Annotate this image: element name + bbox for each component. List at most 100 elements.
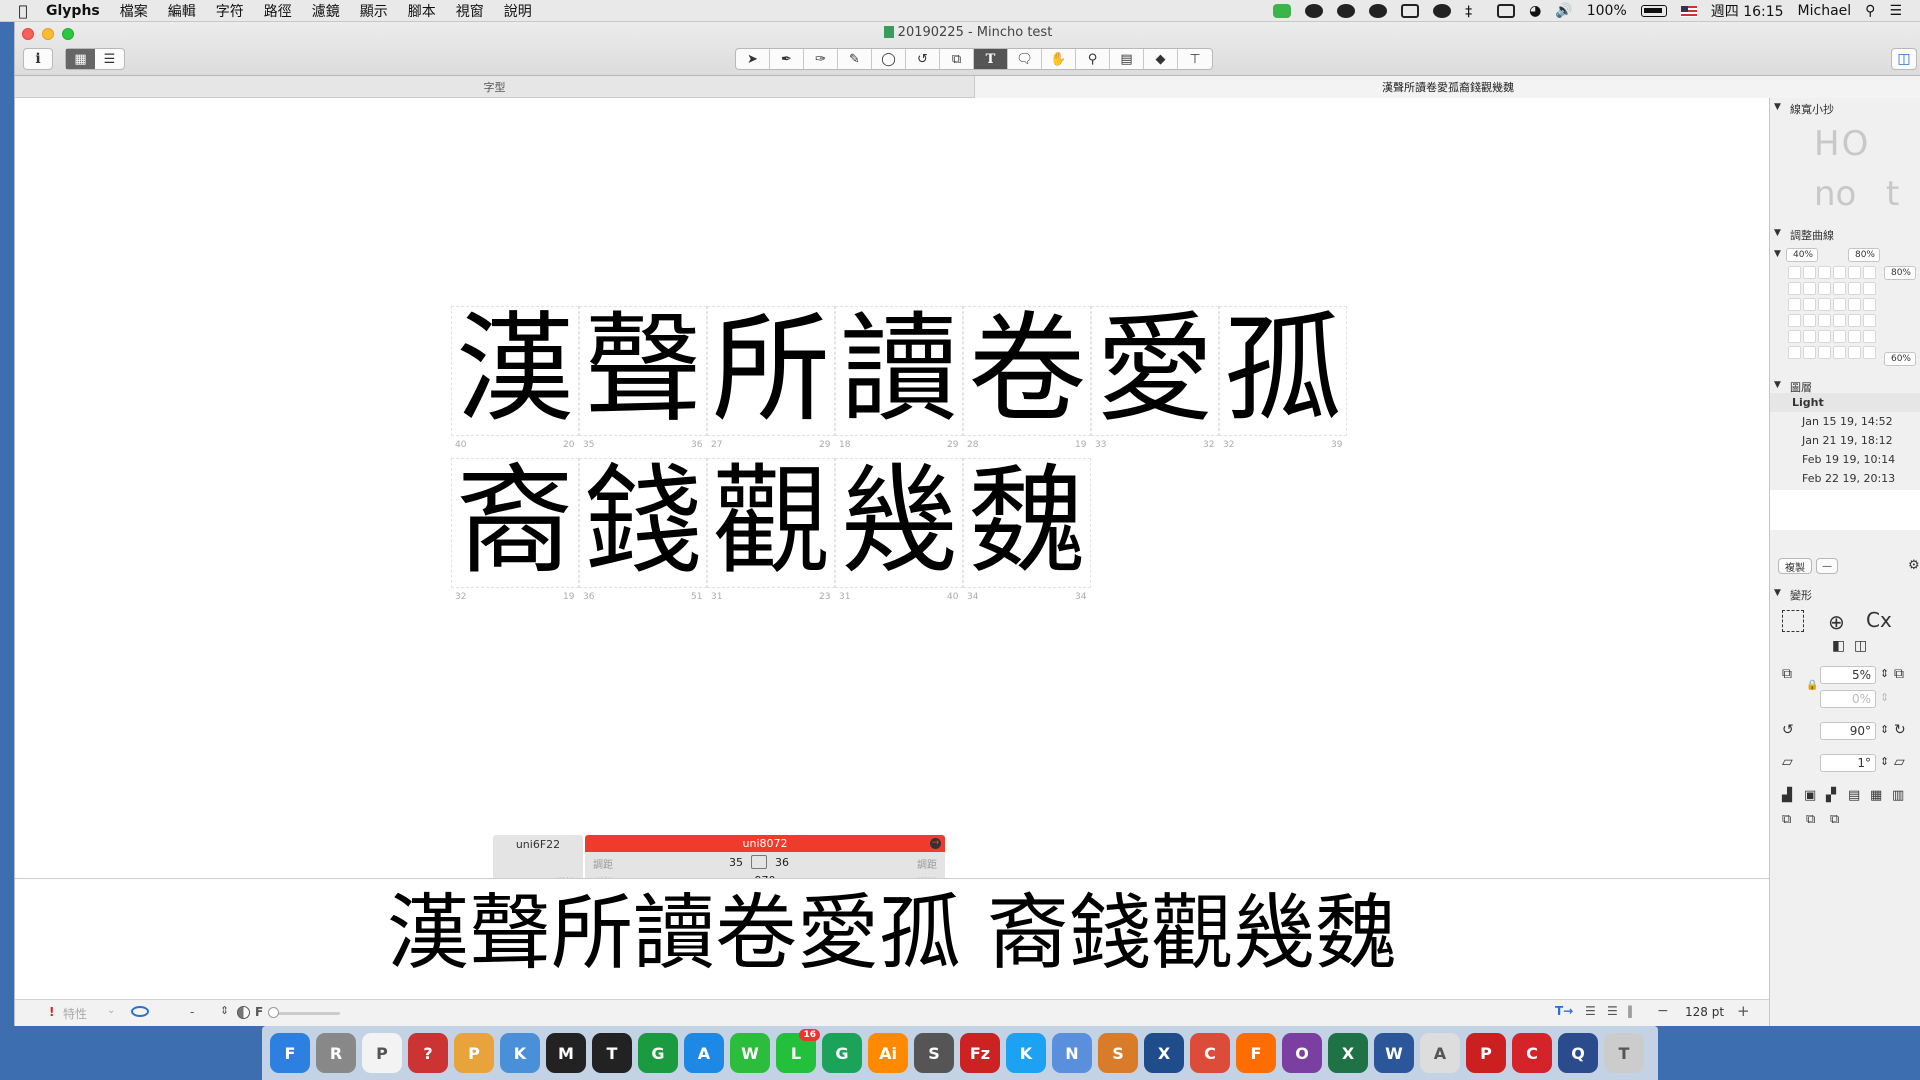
spotlight-search-icon[interactable]: ⚲: [1865, 3, 1875, 19]
curve-grid-cell[interactable]: [1788, 346, 1801, 359]
stepper-icon[interactable]: ⇕: [1880, 667, 1889, 680]
align-right-edge-icon[interactable]: ▞: [1826, 788, 1836, 803]
curve-grid-cell[interactable]: [1803, 266, 1816, 279]
measure-tool-icon[interactable]: ▤: [1110, 49, 1144, 69]
glyph[interactable]: 觀: [707, 462, 835, 580]
stepper-icon[interactable]: ⇕: [1880, 723, 1889, 736]
curve-grid-cell[interactable]: [1848, 298, 1861, 311]
rotate-field[interactable]: 90°: [1820, 722, 1876, 740]
drive-icon[interactable]: [1401, 4, 1420, 18]
notification-center-icon[interactable]: ☰: [1889, 3, 1902, 19]
pen-tool-icon[interactable]: ✑: [804, 49, 838, 69]
curve-grid-cell[interactable]: [1848, 330, 1861, 343]
curve-grid-cell[interactable]: [1848, 282, 1861, 295]
curve-grid-cell[interactable]: [1848, 314, 1861, 327]
disclosure-icon[interactable]: ▼: [1774, 249, 1781, 259]
dock-app-icon[interactable]: F: [1236, 1033, 1276, 1073]
glyph[interactable]: 漢: [451, 310, 579, 428]
disclosure-icon[interactable]: ▼: [1774, 102, 1781, 112]
glyph[interactable]: 裔: [451, 462, 579, 580]
stepper-icon[interactable]: ⇕: [1880, 755, 1889, 768]
text-tool-icon[interactable]: T: [974, 49, 1008, 69]
rotate-ccw-icon[interactable]: ↺: [1782, 722, 1794, 738]
slant-right-icon[interactable]: ▱: [1894, 754, 1905, 770]
zoom-out-button[interactable]: −: [1657, 1003, 1669, 1019]
menu-glyph[interactable]: 字符: [216, 1, 244, 21]
dock-app-icon[interactable]: A: [684, 1033, 724, 1073]
view-mode-toggle[interactable]: ▦ ☰: [65, 48, 125, 70]
scale-y-field[interactable]: 0%: [1820, 690, 1876, 708]
gear-icon[interactable]: ⚙: [1908, 558, 1920, 573]
lsb-value[interactable]: 35: [729, 856, 743, 869]
dock-app-icon[interactable]: K: [1006, 1033, 1046, 1073]
curve-grid-cell[interactable]: [1848, 266, 1861, 279]
dock-app-icon[interactable]: C: [1190, 1033, 1230, 1073]
flip-vertical-icon[interactable]: ◫: [1854, 638, 1867, 654]
curve-grid-cell[interactable]: [1848, 346, 1861, 359]
curve-grid-cell[interactable]: [1788, 266, 1801, 279]
glyph[interactable]: 讀: [835, 310, 963, 428]
columns-icon[interactable]: ‖: [1627, 1004, 1633, 1018]
dock-app-icon[interactable]: C: [1512, 1033, 1552, 1073]
curve-title[interactable]: 調整曲線: [1790, 227, 1834, 243]
dock-app-icon[interactable]: L 16: [776, 1029, 820, 1073]
curve-grid-cell[interactable]: [1863, 266, 1876, 279]
layer-item[interactable]: Jan 15 19, 14:52: [1770, 412, 1920, 431]
type-tool-icon[interactable]: ⊤: [1178, 49, 1212, 69]
menu-script[interactable]: 腳本: [408, 1, 436, 21]
list-view-icon[interactable]: ☰: [95, 49, 124, 69]
dock-app-icon[interactable]: M: [546, 1033, 586, 1073]
dock-app-icon[interactable]: X: [1328, 1033, 1368, 1073]
menu-window[interactable]: 視窗: [456, 1, 484, 21]
curve-field-side-top[interactable]: 80%: [1884, 266, 1916, 280]
wechat-tray-icon[interactable]: [1433, 4, 1452, 18]
draw-tool-icon[interactable]: ✒: [770, 49, 804, 69]
sidebar-toggle-button[interactable]: ◫: [1891, 48, 1917, 70]
clock[interactable]: 週四 16:15: [1711, 1, 1784, 21]
glyph[interactable]: 魏: [963, 462, 1091, 580]
dock-app-icon[interactable]: X: [1144, 1033, 1184, 1073]
bounding-box-icon[interactable]: [1782, 610, 1804, 632]
menu-filter[interactable]: 濾鏡: [312, 1, 340, 21]
dock-app-icon[interactable]: R: [316, 1033, 356, 1073]
dock-app-icon[interactable]: N: [1052, 1033, 1092, 1073]
copy-layer-button[interactable]: 複製: [1778, 558, 1812, 574]
dock-app-icon[interactable]: W: [1374, 1033, 1414, 1073]
origin-icon[interactable]: ⊕: [1828, 610, 1845, 634]
dock-app-icon[interactable]: Q: [1558, 1033, 1598, 1073]
disclosure-icon[interactable]: ▼: [1774, 588, 1781, 598]
curve-grid-cell[interactable]: [1863, 330, 1876, 343]
curve-grid-cell[interactable]: [1863, 346, 1876, 359]
menu-file[interactable]: 檔案: [120, 1, 148, 21]
curve-grid-cell[interactable]: [1833, 346, 1846, 359]
cloud-icon[interactable]: [1369, 4, 1388, 18]
dock-app-icon[interactable]: S: [914, 1033, 954, 1073]
dock-app-icon[interactable]: ?: [408, 1033, 448, 1073]
slant-left-icon[interactable]: ▱: [1782, 754, 1793, 770]
flag-icon[interactable]: [1680, 5, 1697, 17]
glyph[interactable]: 孤: [1219, 310, 1347, 428]
curve-grid-cell[interactable]: [1833, 282, 1846, 295]
color-icon[interactable]: [237, 1006, 250, 1019]
flip-horizontal-icon[interactable]: ◧: [1832, 638, 1845, 654]
volume-icon[interactable]: 🔊: [1555, 3, 1572, 19]
dock-app-icon[interactable]: P: [1466, 1033, 1506, 1073]
edit-canvas[interactable]: 漢 40 20 聲 35 36 所 27 29 讀 18 29 卷 28 19 愛 33 32 孤 32 39 裔 32 1…: [15, 98, 1769, 891]
select-tool-icon[interactable]: ➤: [736, 49, 770, 69]
dock-app-icon[interactable]: W: [730, 1033, 770, 1073]
rotate-cw-icon[interactable]: ↻: [1894, 722, 1906, 738]
zoom-tool-icon[interactable]: ⚲: [1076, 49, 1110, 69]
scale-tool-icon[interactable]: ⧉: [940, 49, 974, 69]
curve-grid-cell[interactable]: [1863, 298, 1876, 311]
dock-app-icon[interactable]: A: [1420, 1033, 1460, 1073]
dock-app-icon[interactable]: G: [638, 1033, 678, 1073]
menu-path[interactable]: 路徑: [264, 1, 292, 21]
curve-grid-cell[interactable]: [1818, 330, 1831, 343]
bluetooth-icon[interactable]: ‡: [1465, 4, 1483, 20]
sync-icon[interactable]: [1337, 4, 1356, 18]
rotate-tool-icon[interactable]: ↺: [906, 49, 940, 69]
apple-icon[interactable]: : [0, 2, 46, 20]
hand-tool-icon[interactable]: ✋: [1042, 49, 1076, 69]
shape-tool-icon[interactable]: ◯: [872, 49, 906, 69]
align-h-center-icon[interactable]: ▣: [1804, 788, 1816, 803]
